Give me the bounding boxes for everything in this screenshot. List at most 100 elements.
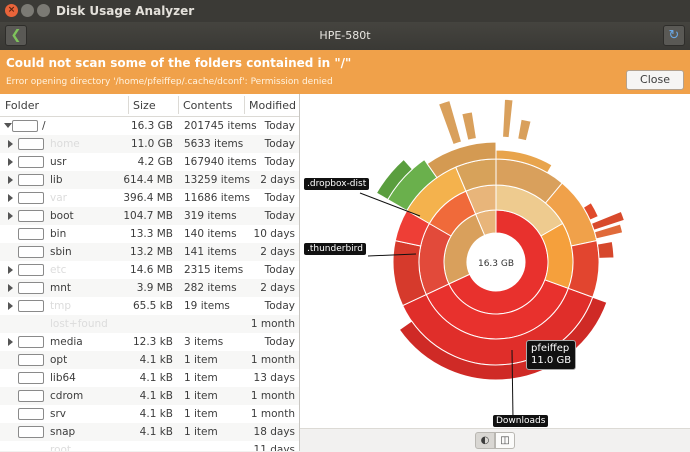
- ring-segment-child[interactable]: [437, 99, 463, 146]
- folder-size: 11.0 GB: [130, 138, 173, 150]
- folder-size: 4.1 kB: [139, 354, 173, 366]
- folder-name: usr: [50, 156, 67, 168]
- column-header-contents[interactable]: Contents: [183, 99, 232, 112]
- column-header-modified[interactable]: Modified: [249, 99, 296, 112]
- table-row[interactable]: var 396.4 MB 11686 items Today: [0, 189, 299, 207]
- folder-size: 13.2 MB: [130, 246, 173, 258]
- folder-name: opt: [50, 354, 68, 366]
- folder-contents: 140 items: [184, 228, 237, 240]
- expander-icon[interactable]: [8, 302, 13, 310]
- expander-icon[interactable]: [8, 176, 13, 184]
- folder-modified: 2 days: [260, 246, 295, 258]
- table-row[interactable]: bin 13.3 MB 140 items 10 days: [0, 225, 299, 243]
- folder-size: 16.3 GB: [130, 120, 173, 132]
- folder-name: boot: [50, 210, 74, 222]
- folder-contents: 167940 items: [184, 156, 257, 168]
- table-row[interactable]: root 11 days: [0, 441, 299, 451]
- table-row[interactable]: snap 4.1 kB 1 item 18 days: [0, 423, 299, 441]
- folder-contents: 3 items: [184, 336, 224, 348]
- expander-icon[interactable]: [8, 212, 13, 220]
- table-row[interactable]: mnt 3.9 MB 282 items 2 days: [0, 279, 299, 297]
- folder-icon: [18, 372, 44, 384]
- ring-segment-child[interactable]: [567, 239, 600, 298]
- chart-label-downloads: Downloads: [493, 415, 549, 427]
- folder-size: 14.6 MB: [130, 264, 173, 276]
- ring-chart[interactable]: 16.3 GB: [300, 94, 690, 428]
- table-row[interactable]: sbin 13.2 MB 141 items 2 days: [0, 243, 299, 261]
- table-row[interactable]: home 11.0 GB 5633 items Today: [0, 135, 299, 153]
- table-row[interactable]: lib 614.4 MB 13259 items 2 days: [0, 171, 299, 189]
- folder-contents: 141 items: [184, 246, 237, 258]
- folder-modified: 2 days: [260, 174, 295, 186]
- treemap-chart-icon: ◫: [500, 435, 510, 446]
- folder-size: 396.4 MB: [123, 192, 173, 204]
- folder-size: 13.3 MB: [130, 228, 173, 240]
- folder-name: media: [50, 336, 83, 348]
- close-window-icon[interactable]: ×: [5, 4, 18, 17]
- infobar-close-button[interactable]: Close: [626, 70, 684, 90]
- folder-name: srv: [50, 408, 67, 420]
- chart-toolbar: ◐ ◫: [300, 428, 690, 452]
- column-header-size[interactable]: Size: [133, 99, 156, 112]
- table-row[interactable]: opt 4.1 kB 1 item 1 month: [0, 351, 299, 369]
- table-row[interactable]: tmp 65.5 kB 19 items Today: [0, 297, 299, 315]
- folder-modified: 18 days: [253, 426, 295, 438]
- folder-size: 65.5 kB: [132, 300, 173, 312]
- expander-icon[interactable]: [8, 266, 13, 274]
- folder-size: 4.1 kB: [139, 372, 173, 384]
- minimize-window-icon[interactable]: [21, 4, 34, 17]
- folder-modified: Today: [264, 336, 295, 348]
- folder-size: 614.4 MB: [123, 174, 173, 186]
- ring-segment-child[interactable]: [596, 240, 615, 259]
- folder-name: etc: [50, 264, 67, 276]
- folder-modified: Today: [264, 138, 295, 150]
- chart-label-dropbox: .dropbox-dist: [304, 178, 370, 190]
- folder-name: /: [42, 120, 46, 132]
- ring-segment-child[interactable]: [461, 111, 478, 141]
- ring-chart-area[interactable]: 16.3 GB .dropbox-dist .thunderbird Downl…: [300, 94, 690, 451]
- folder-size: 104.7 MB: [123, 210, 173, 222]
- folder-name: mnt: [50, 282, 71, 294]
- table-row[interactable]: lib64 4.1 kB 1 item 13 days: [0, 369, 299, 387]
- folder-modified: Today: [264, 156, 295, 168]
- folder-icon: [18, 408, 44, 420]
- expander-icon[interactable]: [4, 123, 12, 128]
- folder-tree[interactable]: Folder Size Contents Modified / 16.3 GB 20…: [0, 94, 300, 451]
- folder-name: lib64: [50, 372, 76, 384]
- folder-contents: 1 item: [184, 372, 218, 384]
- folder-modified: Today: [264, 210, 295, 222]
- table-row[interactable]: etc 14.6 MB 2315 items Today: [0, 261, 299, 279]
- folder-contents: 282 items: [184, 282, 237, 294]
- expander-icon[interactable]: [8, 140, 13, 148]
- folder-icon: [18, 426, 44, 438]
- ring-segment-child[interactable]: [502, 98, 514, 139]
- expander-icon[interactable]: [8, 284, 13, 292]
- ring-chart-button[interactable]: ◐: [475, 432, 495, 449]
- rescan-button[interactable]: ↻: [663, 25, 685, 46]
- expander-icon[interactable]: [8, 338, 13, 346]
- chart-label-thunderbird: .thunderbird: [304, 243, 366, 255]
- table-row[interactable]: media 12.3 kB 3 items Today: [0, 333, 299, 351]
- table-row[interactable]: boot 104.7 MB 319 items Today: [0, 207, 299, 225]
- folder-icon: [18, 246, 44, 258]
- expander-icon[interactable]: [8, 158, 13, 166]
- treemap-chart-button[interactable]: ◫: [495, 432, 515, 449]
- folder-icon: [18, 138, 44, 150]
- folder-contents: 13259 items: [184, 174, 250, 186]
- column-header-folder[interactable]: Folder: [5, 99, 39, 112]
- refresh-icon: ↻: [668, 28, 680, 43]
- table-row[interactable]: / 16.3 GB 201745 items Today: [0, 117, 299, 135]
- folder-modified: 1 month: [250, 390, 295, 402]
- maximize-window-icon[interactable]: [37, 4, 50, 17]
- table-row[interactable]: lost+found 1 month: [0, 315, 299, 333]
- table-row[interactable]: srv 4.1 kB 1 item 1 month: [0, 405, 299, 423]
- folder-contents: 201745 items: [184, 120, 257, 132]
- folder-contents: 1 item: [184, 390, 218, 402]
- ring-segment-child[interactable]: [517, 118, 532, 142]
- folder-icon: [18, 192, 44, 204]
- error-infobar: Could not scan some of the folders conta…: [0, 50, 690, 94]
- folder-icon: [12, 120, 38, 132]
- table-row[interactable]: cdrom 4.1 kB 1 item 1 month: [0, 387, 299, 405]
- table-row[interactable]: usr 4.2 GB 167940 items Today: [0, 153, 299, 171]
- expander-icon[interactable]: [8, 194, 13, 202]
